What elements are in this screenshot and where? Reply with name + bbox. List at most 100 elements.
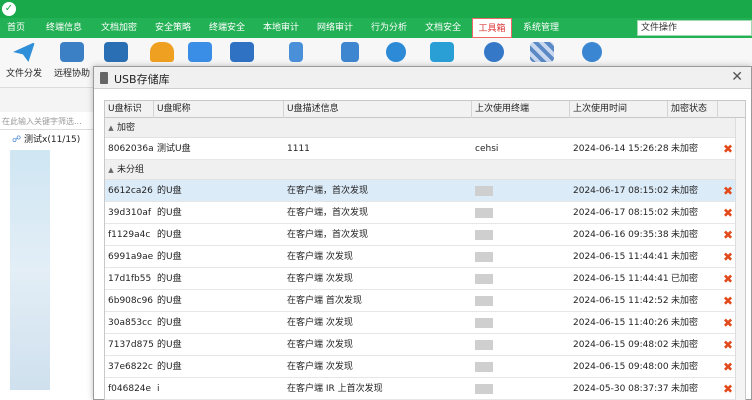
gear-icon	[484, 42, 504, 62]
group-label: 未分组	[117, 165, 145, 175]
cell-desc: 在客户端 次发现	[287, 252, 353, 262]
usb-table: U盘标识 U盘昵称 U盘描述信息 上次使用终端 上次使用时间 加密状态 ▲ 加密 8…	[104, 100, 746, 400]
cell-status: 未加密	[671, 296, 699, 306]
table-row[interactable]: f1129a4c 的U盘 在客户端，首次发现 2024-06-16 09:35:38 未…	[105, 224, 745, 246]
menu-tab-terminal-info[interactable]: 终端信息	[36, 18, 92, 38]
tool-remote-assist[interactable]: 远程协助	[48, 38, 96, 88]
redacted-mask	[475, 383, 493, 394]
cell-desc: 1111	[287, 144, 310, 154]
group-header[interactable]: ▲ 加密	[105, 118, 745, 138]
delete-icon[interactable]: ✖	[720, 138, 736, 160]
cell-id: 37e6822c	[108, 362, 153, 372]
group-header[interactable]: ▲ 未分组	[105, 160, 745, 180]
exchange-icon	[430, 42, 454, 62]
cell-nickname: 的U盘	[157, 318, 182, 328]
checker-icon	[530, 42, 554, 62]
redacted-mask	[475, 185, 493, 196]
collapse-arrow-icon[interactable]: ▲	[105, 118, 117, 138]
cell-time: 2024-06-15 09:48:02	[573, 340, 668, 350]
cell-time: 2024-06-17 08:15:02	[573, 186, 668, 196]
dialog-titlebar: USB存储库 ✕	[94, 67, 751, 89]
remote-screen-icon	[60, 42, 84, 62]
bell-icon	[150, 42, 174, 62]
delete-icon[interactable]: ✖	[720, 180, 736, 202]
clock-gear-icon	[582, 42, 602, 62]
delete-icon[interactable]: ✖	[720, 378, 736, 400]
menu-tab-terminal-security[interactable]: 终端安全	[202, 18, 252, 38]
cell-status: 未加密	[671, 144, 699, 154]
usb-storage-dialog: USB存储库 ✕ U盘标识 U盘昵称 U盘描述信息 上次使用终端 上次使用时间 …	[93, 66, 752, 400]
col-header-time[interactable]: 上次使用时间	[570, 101, 668, 118]
tool-label: 文件分发	[5, 69, 42, 79]
menu-tab-local-audit[interactable]: 本地审计	[256, 18, 306, 38]
table-row[interactable]: 17d1fb55 的U盘 在客户端 次发现 2024-06-15 11:44:41 已加…	[105, 268, 745, 290]
table-row[interactable]: f046824e i 在客户端 IR 上首次发现 2024-05-30 08:37:3…	[105, 378, 745, 400]
delete-icon[interactable]: ✖	[720, 202, 736, 224]
table-row[interactable]: 37e6822c 的U盘 在客户端 次发现 2024-06-15 09:48:00 未加…	[105, 356, 745, 378]
redacted-mask	[475, 339, 493, 350]
cell-desc: 在客户端，首次发现	[287, 208, 369, 218]
main-menu: 首页 终端信息 文档加密 安全策略 终端安全 本地审计 网络审计 行为分析 文档…	[0, 18, 752, 38]
cell-nickname: 的U盘	[157, 274, 182, 284]
table-row[interactable]: 6991a9ae 的U盘 在客户端 次发现 2024-06-15 11:44:41 未加…	[105, 246, 745, 268]
col-header-status[interactable]: 加密状态	[668, 101, 718, 118]
delete-icon[interactable]: ✖	[720, 334, 736, 356]
collapse-arrow-icon[interactable]: ▲	[105, 160, 117, 180]
menu-tab-doc-encryption[interactable]: 文档加密	[94, 18, 144, 38]
tree-root-label: 测试x(11/15)	[24, 135, 81, 145]
cell-terminal	[472, 356, 570, 378]
menu-tab-network-audit[interactable]: 网络审计	[310, 18, 360, 38]
redacted-mask	[475, 229, 493, 240]
menu-tab-toolbox[interactable]: 工具箱	[472, 18, 512, 38]
menu-tab-system-admin[interactable]: 系统管理	[516, 18, 566, 38]
menu-tab-security-policy[interactable]: 安全策略	[148, 18, 198, 38]
col-header-terminal[interactable]: 上次使用终端	[472, 101, 570, 118]
redacted-mask	[475, 207, 493, 218]
menu-tab-behavior-analysis[interactable]: 行为分析	[364, 18, 414, 38]
col-header-description[interactable]: U盘描述信息	[284, 101, 472, 118]
menu-tab-doc-security[interactable]: 文档安全	[418, 18, 468, 38]
delete-icon[interactable]: ✖	[720, 224, 736, 246]
col-header-id[interactable]: U盘标识	[105, 101, 154, 118]
cell-id: 6612ca26	[108, 186, 153, 196]
table-row[interactable]: 30a853cc 的U盘 在客户端 次发现 2024-06-15 11:40:26 未加…	[105, 312, 745, 334]
close-icon[interactable]: ✕	[731, 69, 743, 85]
cell-nickname: 的U盘	[157, 296, 182, 306]
vertical-scrollbar[interactable]	[735, 118, 745, 400]
cell-desc: 在客户端 IR 上首次发现	[287, 384, 383, 394]
menu-tab-home[interactable]: 首页	[0, 18, 32, 38]
cell-desc: 在客户端 次发现	[287, 274, 353, 284]
cell-time: 2024-06-15 11:42:52	[573, 296, 668, 306]
cell-nickname: i	[157, 384, 160, 394]
tree-root-node[interactable]: ☍ 测试x(11/15)	[12, 132, 80, 145]
function-search-input[interactable]: 文件操作	[637, 20, 752, 36]
table-row[interactable]: 39d310af 的U盘 在客户端，首次发现 2024-06-17 08:15:02 未…	[105, 202, 745, 224]
redacted-mask	[475, 361, 493, 372]
delete-icon[interactable]: ✖	[720, 246, 736, 268]
tool-file-distribution[interactable]: 文件分发	[0, 38, 48, 88]
delete-icon[interactable]: ✖	[720, 312, 736, 334]
table-row[interactable]: 6612ca26 的U盘 在客户端，首次发现 2024-06-17 08:15:02 未…	[105, 180, 745, 202]
cell-terminal	[472, 334, 570, 356]
cell-status: 未加密	[671, 186, 699, 196]
table-row[interactable]: 7137d875 的U盘 在客户端 次发现 2024-06-15 09:48:02 未加…	[105, 334, 745, 356]
cell-nickname: 的U盘	[157, 362, 182, 372]
cell-terminal	[472, 202, 570, 224]
delete-icon[interactable]: ✖	[720, 268, 736, 290]
table-row[interactable]: 8062036a 测试U盘 1111 cehsi 2024-06-14 15:26:28…	[105, 138, 745, 160]
cell-desc: 在客户端，首次发现	[287, 230, 369, 240]
cell-id: f1129a4c	[108, 230, 151, 240]
cell-nickname: 测试U盘	[157, 144, 191, 154]
col-header-nickname[interactable]: U盘昵称	[154, 101, 284, 118]
tools-icon	[341, 42, 359, 62]
chat-icon	[188, 42, 212, 62]
cell-status: 未加密	[671, 230, 699, 240]
cell-terminal	[472, 268, 570, 290]
cell-time: 2024-06-15 11:44:41	[573, 252, 668, 262]
cell-desc: 在客户端，首次发现	[287, 186, 369, 196]
cell-time: 2024-05-30 08:37:37	[573, 384, 668, 394]
delete-icon[interactable]: ✖	[720, 356, 736, 378]
tree-filter-input[interactable]: 在此输入关键字筛选...	[0, 116, 96, 130]
delete-icon[interactable]: ✖	[720, 290, 736, 312]
table-row[interactable]: 6b908c96 的U盘 在客户端 首次发现 2024-06-15 11:42:52 未…	[105, 290, 745, 312]
